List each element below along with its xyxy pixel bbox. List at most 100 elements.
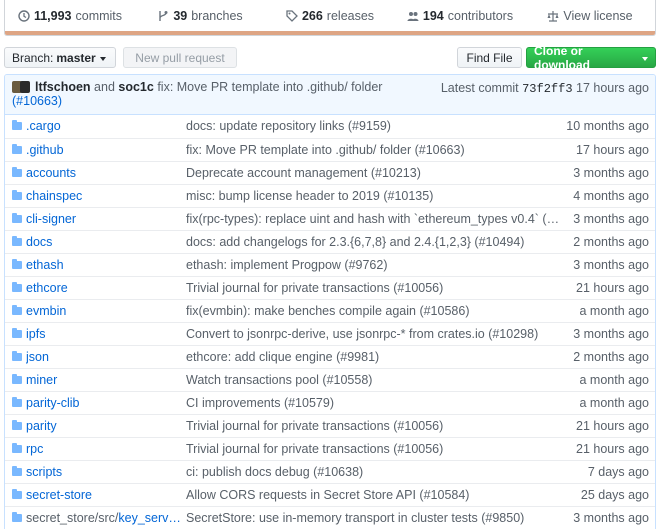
file-name[interactable]: json (26, 350, 181, 364)
file-name[interactable]: .cargo (26, 119, 181, 133)
folder-icon (12, 489, 22, 499)
commit-age: 3 months ago (573, 511, 649, 525)
commit-message[interactable]: fix: Move PR template into .github/ fold… (186, 143, 566, 157)
avatar[interactable] (12, 81, 32, 93)
file-name[interactable]: miner (26, 373, 181, 387)
language-bar[interactable] (5, 31, 655, 35)
commit-message[interactable]: docs: add changelogs for 2.3.{6,7,8} and… (186, 235, 566, 249)
branch-select-button[interactable]: Branch: master (4, 47, 116, 68)
folder-icon (12, 351, 22, 361)
file-name[interactable]: scripts (26, 465, 181, 479)
commit-message[interactable]: Deprecate account management (#10213) (186, 166, 566, 180)
folder-icon (12, 374, 22, 384)
file-name[interactable]: ipfs (26, 327, 181, 341)
commit-author-1[interactable]: ltfschoen (35, 80, 91, 94)
table-row[interactable]: json ethcore: add clique engine (#9981) 2 … (5, 345, 655, 368)
commit-message[interactable]: ethash: implement Progpow (#9762) (186, 258, 566, 272)
commit-sha[interactable]: 73f2ff3 (522, 82, 572, 96)
contributors-link[interactable]: 194 contributors (395, 9, 525, 23)
commit-message[interactable]: fix: Move PR template into .github/ fold… (157, 80, 382, 94)
commits-link[interactable]: 11,993 commits (5, 9, 135, 23)
table-row[interactable]: ethcore Trivial journal for private trans… (5, 276, 655, 299)
commits-count: 11,993 (33, 9, 72, 23)
commit-age: 4 months ago (573, 189, 649, 203)
commit-age: a month ago (579, 373, 650, 387)
file-name[interactable]: accounts (26, 166, 181, 180)
license-link[interactable]: View license (525, 9, 655, 23)
table-row[interactable]: secret-store Allow CORS requests in Secre… (5, 483, 655, 506)
law-icon (547, 11, 559, 22)
branches-link[interactable]: 39 branches (135, 9, 265, 23)
table-row[interactable]: ipfs Convert to jsonrpc-derive, use jsonr… (5, 322, 655, 345)
commit-message[interactable]: Convert to jsonrpc-derive, use jsonrpc-*… (186, 327, 566, 341)
table-row[interactable]: .github fix: Move PR template into .githu… (5, 138, 655, 161)
table-row[interactable]: accounts Deprecate account management (#1… (5, 161, 655, 184)
commit-message[interactable]: Watch transactions pool (#10558) (186, 373, 566, 387)
commit-message[interactable]: SecretStore: use in-memory transport in … (186, 511, 566, 525)
folder-icon (12, 328, 22, 338)
file-name[interactable]: evmbin (26, 304, 181, 318)
clone-download-button[interactable]: Clone or download (526, 44, 656, 72)
caret-down-icon (642, 56, 648, 61)
file-name[interactable]: secret-store (26, 488, 181, 502)
commit-message[interactable]: fix(rpc-types): replace uint and hash wi… (186, 212, 566, 226)
commit-author-2[interactable]: soc1c (118, 80, 153, 94)
table-row[interactable]: docs docs: add changelogs for 2.3.{6,7,8}… (5, 230, 655, 253)
commit-age: 17 hours ago (576, 143, 649, 157)
file-path-leaf: key_server_cluster (118, 511, 181, 525)
file-name[interactable]: parity (26, 419, 181, 433)
branches-count: 39 (173, 9, 188, 23)
file-name[interactable]: ethash (26, 258, 181, 272)
commits-label: commits (75, 9, 123, 23)
commit-age: 7 days ago (587, 465, 649, 479)
commit-age: 2 months ago (573, 235, 649, 249)
commit-message[interactable]: Allow CORS requests in Secret Store API … (186, 488, 566, 502)
releases-link[interactable]: 266 releases (265, 9, 395, 23)
file-name[interactable]: .github (26, 143, 181, 157)
commit-message[interactable]: Trivial journal for private transactions… (186, 419, 566, 433)
people-icon (407, 12, 419, 21)
caret-down-icon (99, 56, 106, 61)
commit-age: 3 months ago (573, 166, 649, 180)
find-file-button[interactable]: Find File (457, 47, 522, 68)
table-row[interactable]: scripts ci: publish docs debug (#10638) 7 … (5, 460, 655, 483)
file-name[interactable]: parity-clib (26, 396, 181, 410)
folder-icon (12, 190, 22, 200)
commit-message[interactable]: fix(evmbin): make benches compile again … (186, 304, 566, 318)
table-row[interactable]: chainspec misc: bump license header to 20… (5, 184, 655, 207)
file-name[interactable]: cli-signer (26, 212, 181, 226)
table-row[interactable]: parity-clib CI improvements (#10579) a mon… (5, 391, 655, 414)
branches-label: branches (191, 9, 243, 23)
commit-message[interactable]: Trivial journal for private transactions… (186, 442, 566, 456)
table-row[interactable]: parity Trivial journal for private transa… (5, 414, 655, 437)
file-name[interactable]: docs (26, 235, 181, 249)
new-pull-request-button[interactable]: New pull request (123, 47, 237, 68)
table-row[interactable]: miner Watch transactions pool (#10558) a m… (5, 368, 655, 391)
folder-icon (12, 305, 22, 315)
license-label: View license (563, 9, 633, 23)
file-name[interactable]: secret_store/src/key_server_cluster (26, 511, 181, 525)
commit-age: 21 hours ago (576, 281, 649, 295)
folder-icon (12, 120, 22, 130)
commit-message[interactable]: ethcore: add clique engine (#9981) (186, 350, 566, 364)
table-row[interactable]: rpc Trivial journal for private transacti… (5, 437, 655, 460)
commit-message[interactable]: misc: bump license header to 2019 (#1013… (186, 189, 566, 203)
file-name[interactable]: rpc (26, 442, 181, 456)
file-table: ltfschoen and soc1c fix: Move PR templat… (4, 74, 656, 529)
commit-message[interactable]: ci: publish docs debug (#10638) (186, 465, 566, 479)
table-row[interactable]: ethash ethash: implement Progpow (#9762) 3… (5, 253, 655, 276)
commit-age: 10 months ago (566, 119, 649, 133)
folder-icon (12, 282, 22, 292)
table-row[interactable]: evmbin fix(evmbin): make benches compile … (5, 299, 655, 322)
table-row[interactable]: cli-signer fix(rpc-types): replace uint a… (5, 207, 655, 230)
table-row[interactable]: .cargo docs: update repository links (#91… (5, 115, 655, 138)
commit-message[interactable]: docs: update repository links (#9159) (186, 119, 566, 133)
table-row[interactable]: secret_store/src/key_server_cluster Secre… (5, 506, 655, 529)
folder-icon (12, 213, 22, 223)
clone-label: Clone or download (534, 43, 590, 72)
commit-pr-link[interactable]: (#10663) (12, 94, 62, 108)
file-name[interactable]: ethcore (26, 281, 181, 295)
commit-message[interactable]: CI improvements (#10579) (186, 396, 566, 410)
file-name[interactable]: chainspec (26, 189, 181, 203)
commit-message[interactable]: Trivial journal for private transactions… (186, 281, 566, 295)
